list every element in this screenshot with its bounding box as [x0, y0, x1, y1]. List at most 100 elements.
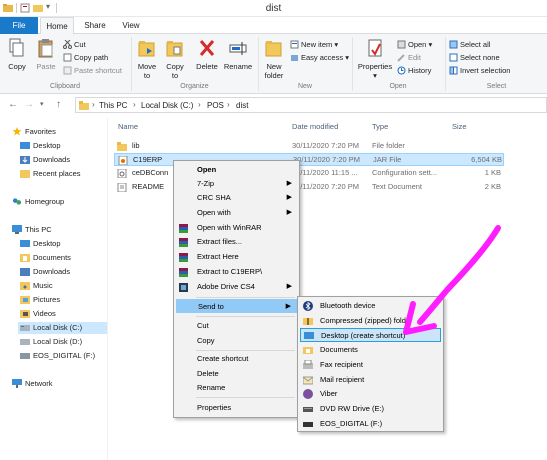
- nav-item-desktop[interactable]: Desktop: [20, 140, 61, 152]
- new-item-button[interactable]: New item ▾: [290, 39, 338, 50]
- menu-item-extract-to[interactable]: Extract to C19ERP\: [176, 265, 297, 279]
- properties-button[interactable]: Properties ▾: [355, 38, 395, 80]
- send-to-dvd-drive[interactable]: DVD RW Drive (E:): [300, 402, 441, 416]
- menu-item-open-with-winrar[interactable]: Open with WinRAR: [176, 221, 297, 235]
- music-icon: [20, 282, 30, 290]
- file-type: Configuration sett...: [372, 168, 438, 177]
- breadcrumb-this-pc[interactable]: This PC: [99, 101, 127, 110]
- menu-separator: [196, 397, 295, 398]
- breadcrumb-local-disk-c[interactable]: Local Disk (C:): [141, 101, 193, 110]
- nav-item-downloads[interactable]: Downloads: [20, 154, 70, 166]
- menu-item-rename[interactable]: Rename: [176, 381, 297, 395]
- breadcrumb-pos[interactable]: POS: [207, 101, 224, 110]
- network-icon: [12, 379, 22, 388]
- nav-item-eos-digital[interactable]: EOS_DIGITAL (F:): [20, 350, 95, 362]
- column-header-date[interactable]: Date modified: [292, 122, 338, 131]
- select-none-button[interactable]: Select none: [449, 52, 500, 63]
- desktop-icon: [20, 142, 30, 149]
- folder-icon: [79, 101, 89, 110]
- easy-access-icon: [291, 55, 298, 61]
- nav-item-desktop-pc[interactable]: Desktop: [20, 238, 61, 250]
- nav-network[interactable]: Network: [12, 378, 53, 390]
- nav-item-downloads-pc[interactable]: Downloads: [20, 266, 70, 278]
- send-to-compressed-folder[interactable]: Compressed (zipped) folder: [300, 314, 441, 328]
- nav-item-music[interactable]: Music: [20, 280, 53, 292]
- select-all-icon: [449, 40, 458, 49]
- nav-this-pc[interactable]: This PC: [12, 224, 52, 236]
- send-to-documents[interactable]: Documents: [300, 343, 441, 357]
- menu-item-open-with[interactable]: Open with ▶: [176, 206, 297, 220]
- desktop-icon: [20, 240, 30, 247]
- file-type: File folder: [372, 141, 405, 150]
- menu-item-open[interactable]: Open: [176, 163, 297, 177]
- copy-path-icon: [63, 53, 72, 62]
- nav-item-documents[interactable]: Documents: [20, 252, 71, 264]
- menu-item-cut[interactable]: Cut: [176, 319, 297, 333]
- send-to-eos-digital[interactable]: EOS_DIGITAL (F:): [300, 417, 441, 431]
- new-folder-button[interactable]: New folder: [261, 38, 287, 80]
- send-to-submenu: Bluetooth device Compressed (zipped) fol…: [297, 296, 444, 432]
- file-row-lib[interactable]: lib 30/11/2020 7:20 PM File folder: [114, 140, 504, 153]
- nav-homegroup[interactable]: Homegroup: [12, 196, 64, 208]
- recent-locations-icon[interactable]: ▾: [40, 100, 44, 108]
- clipboard-icon: [38, 39, 53, 58]
- column-header-name[interactable]: Name: [118, 122, 138, 131]
- select-none-icon: [449, 53, 458, 62]
- cut-button[interactable]: Cut: [63, 39, 86, 50]
- send-to-fax[interactable]: Fax recipient: [300, 358, 441, 372]
- menu-item-extract-here[interactable]: Extract Here: [176, 250, 297, 264]
- tab-home[interactable]: Home: [40, 17, 74, 35]
- menu-item-crc-sha[interactable]: CRC SHA ▶: [176, 191, 297, 205]
- downloads-icon: [20, 156, 30, 164]
- menu-item-copy[interactable]: Copy: [176, 334, 297, 348]
- menu-item-create-shortcut[interactable]: Create shortcut: [176, 352, 297, 366]
- send-to-bluetooth[interactable]: Bluetooth device: [300, 299, 441, 313]
- nav-favorites[interactable]: Favorites: [12, 126, 56, 138]
- invert-selection-button[interactable]: Invert selection: [449, 65, 510, 76]
- easy-access-button[interactable]: Easy access ▾: [290, 52, 349, 63]
- menu-item-send-to[interactable]: Send to ▶: [176, 299, 297, 313]
- history-button[interactable]: History: [397, 65, 431, 76]
- open-group-label: Open: [389, 83, 407, 90]
- copy-path-button[interactable]: Copy path: [63, 52, 108, 63]
- dvd-drive-icon: [303, 407, 313, 412]
- nav-item-local-disk-c[interactable]: Local Disk (C:): [18, 322, 107, 334]
- copy-to-button[interactable]: Copy to: [162, 38, 188, 80]
- address-box[interactable]: › This PC › Local Disk (C:) › POS › dist: [75, 97, 547, 113]
- paste-button[interactable]: Paste: [32, 38, 60, 71]
- send-to-viber[interactable]: Viber: [300, 387, 441, 401]
- tab-view[interactable]: View: [114, 17, 148, 34]
- menu-item-7zip[interactable]: 7-Zip ▶: [176, 177, 297, 191]
- send-to-desktop-shortcut[interactable]: Desktop (create shortcut): [300, 328, 441, 342]
- column-header-type[interactable]: Type: [372, 122, 388, 131]
- send-to-mail[interactable]: Mail recipient: [300, 373, 441, 387]
- tab-file[interactable]: File: [0, 17, 38, 34]
- edit-button[interactable]: Edit: [397, 52, 421, 63]
- select-all-button[interactable]: Select all: [449, 39, 490, 50]
- winrar-icon: [179, 224, 188, 233]
- paste-shortcut-button[interactable]: Paste shortcut: [63, 65, 122, 76]
- column-header-size[interactable]: Size: [452, 122, 467, 131]
- menu-item-delete[interactable]: Delete: [176, 367, 297, 381]
- forward-arrow-icon[interactable]: →: [24, 99, 34, 110]
- menu-item-properties[interactable]: Properties: [176, 401, 297, 415]
- breadcrumb-dist[interactable]: dist: [236, 101, 248, 110]
- copy-icon: [9, 38, 24, 57]
- menu-item-adobe-drive[interactable]: Adobe Drive CS4 ▶: [176, 280, 297, 294]
- rename-button[interactable]: Rename: [222, 38, 254, 71]
- nav-item-recent-places[interactable]: Recent places: [20, 168, 81, 180]
- tab-share[interactable]: Share: [78, 17, 112, 34]
- up-arrow-icon[interactable]: ↑: [56, 99, 61, 110]
- copy-button[interactable]: Copy: [4, 38, 30, 71]
- delete-button[interactable]: Delete: [194, 38, 220, 71]
- open-icon: [397, 40, 406, 49]
- context-menu: Open 7-Zip ▶ CRC SHA ▶ Open with ▶ Open wit…: [173, 160, 300, 418]
- menu-item-extract-files[interactable]: Extract files...: [176, 235, 297, 249]
- nav-item-pictures[interactable]: Pictures: [20, 294, 60, 306]
- move-to-button[interactable]: Move to: [134, 38, 160, 80]
- text-file-icon: [117, 183, 127, 192]
- nav-item-videos[interactable]: Videos: [20, 308, 56, 320]
- back-arrow-icon[interactable]: ←: [8, 99, 18, 110]
- open-button[interactable]: Open ▾: [397, 39, 432, 50]
- nav-item-local-disk-d[interactable]: Local Disk (D:): [20, 336, 82, 348]
